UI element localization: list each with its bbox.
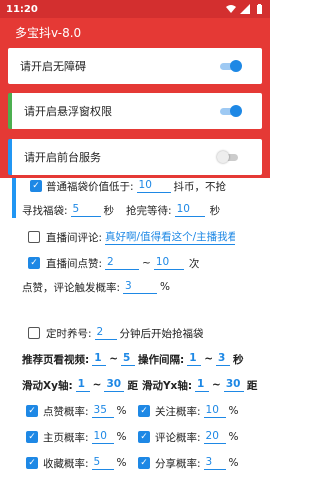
wait-label: 抢完等待: (126, 204, 172, 217)
wait-unit: 秒 (209, 204, 221, 217)
rec-sep: ~ (109, 353, 119, 365)
prob-row-like: 点赞概率: 35 % (26, 402, 127, 420)
swy-min-input[interactable]: 1 (195, 378, 210, 392)
prob-collect-label: 收藏概率: (43, 457, 89, 470)
fubag-checkbox[interactable] (30, 180, 42, 192)
swx-label: 滑动Xy轴: (22, 379, 73, 392)
signal-icon (240, 4, 250, 14)
accessibility-toggle[interactable] (218, 60, 242, 72)
prob-follow-input[interactable]: 10 (203, 404, 226, 418)
swy-unit: 距 (246, 379, 258, 392)
fubag-value-input[interactable]: 10 (136, 179, 171, 193)
swx-sep: ~ (92, 379, 102, 391)
like-sep: ~ (142, 257, 151, 269)
wait-value-input[interactable]: 10 (174, 203, 205, 217)
find-value-input[interactable]: 5 (70, 203, 101, 217)
like-prob-unit: % (160, 281, 171, 293)
prob-home-unit: % (116, 431, 127, 443)
op-unit: 秒 (233, 353, 244, 366)
foreground-service-toggle[interactable] (217, 151, 240, 163)
prob-collect-checkbox[interactable] (26, 457, 38, 469)
status-icons (226, 4, 264, 14)
like-min-input[interactable]: 2 (105, 256, 140, 270)
rec-max-input[interactable]: 5 (121, 352, 136, 366)
op-min-input[interactable]: 1 (187, 352, 202, 366)
like-prob-label: 点赞，评论触发概率: (22, 281, 121, 294)
card-float-window-label: 请开启悬浮窗权限 (24, 105, 112, 118)
rec-min-input[interactable]: 1 (92, 352, 107, 366)
prob-share-unit: % (228, 457, 239, 469)
prob-like-checkbox[interactable] (26, 405, 38, 417)
timer-checkbox[interactable] (28, 327, 40, 339)
prob-home-input[interactable]: 10 (91, 430, 114, 444)
like-checkbox[interactable] (28, 257, 40, 269)
prob-like-unit: % (116, 405, 127, 417)
prob-comment-unit: % (228, 431, 239, 443)
prob-follow-checkbox[interactable] (138, 405, 150, 417)
status-time: 11:20 (6, 3, 38, 15)
swy-max-input[interactable]: 30 (223, 378, 244, 392)
swy-label: 滑动Yx轴: (141, 379, 193, 392)
comment-label: 直播间评论: (46, 231, 103, 244)
prob-row-follow: 关注概率: 10 % (138, 402, 239, 420)
app-title: 多宝抖v-8.0 (15, 25, 82, 40)
prob-comment-label: 评论概率: (155, 431, 201, 444)
prob-share-input[interactable]: 3 (203, 456, 226, 470)
prob-share-label: 分享概率: (155, 457, 201, 470)
prob-row-home: 主页概率: 10 % (26, 428, 127, 446)
comment-checkbox[interactable] (28, 231, 40, 243)
timer-label: 定时养号: (46, 327, 92, 340)
like-max-input[interactable]: 10 (153, 256, 184, 270)
float-window-toggle[interactable] (218, 105, 242, 117)
swy-sep: ~ (212, 379, 221, 391)
prob-home-checkbox[interactable] (26, 431, 38, 443)
settings-panel: 普通福袋价值低于: 10 抖币，不抢 寻找福袋: 5 秒 抢完等待: 10 秒 … (0, 178, 270, 480)
fubag-suffix: 抖币，不抢 (173, 180, 227, 193)
prob-share-checkbox[interactable] (138, 457, 150, 469)
timer-suffix: 分钟后开始抢福袋 (119, 327, 204, 340)
card-accessibility-label: 请开启无障碍 (20, 60, 86, 73)
op-sep: ~ (204, 353, 214, 365)
prob-follow-label: 关注概率: (155, 405, 201, 418)
comment-input[interactable]: 真好啊/值得看这个/主播我看好 (105, 229, 236, 245)
swx-unit: 距 (127, 379, 138, 392)
prob-home-label: 主页概率: (43, 431, 89, 444)
like-unit: 次 (188, 257, 200, 270)
prob-comment-checkbox[interactable] (138, 431, 150, 443)
card-accessibility[interactable]: 请开启无障碍 (8, 48, 262, 84)
like-label: 直播间点赞: (46, 257, 103, 270)
card-foreground-service[interactable]: 请开启前台服务 (8, 139, 262, 175)
fubag-label: 普通福袋价值低于: (46, 180, 134, 193)
prob-row-comment: 评论概率: 20 % (138, 428, 239, 446)
prob-comment-input[interactable]: 20 (203, 430, 226, 444)
swx-min-input[interactable]: 1 (75, 378, 90, 392)
op-label: 操作间隔: (138, 353, 185, 366)
prob-row-collect: 收藏概率: 5 % (26, 454, 127, 472)
prob-like-label: 点赞概率: (43, 405, 89, 418)
like-prob-input[interactable]: 3 (123, 280, 158, 294)
prob-collect-unit: % (116, 457, 127, 469)
find-label: 寻找福袋: (22, 204, 68, 217)
prob-follow-unit: % (228, 405, 239, 417)
wifi-icon (226, 5, 236, 13)
card-foreground-service-label: 请开启前台服务 (24, 151, 101, 164)
prob-row-share: 分享概率: 3 % (138, 454, 239, 472)
op-max-input[interactable]: 3 (216, 352, 231, 366)
prob-collect-input[interactable]: 5 (91, 456, 114, 470)
status-bar: 11:20 (0, 0, 270, 18)
battery-icon (257, 4, 262, 14)
timer-value-input[interactable]: 2 (94, 326, 117, 340)
rec-label: 推荐页看视频: (22, 353, 90, 366)
app-title-bar: 多宝抖v-8.0 (0, 18, 270, 46)
prob-like-input[interactable]: 35 (91, 404, 114, 418)
swx-max-input[interactable]: 30 (104, 378, 125, 392)
find-unit: 秒 (103, 204, 115, 217)
card-float-window[interactable]: 请开启悬浮窗权限 (8, 93, 262, 129)
